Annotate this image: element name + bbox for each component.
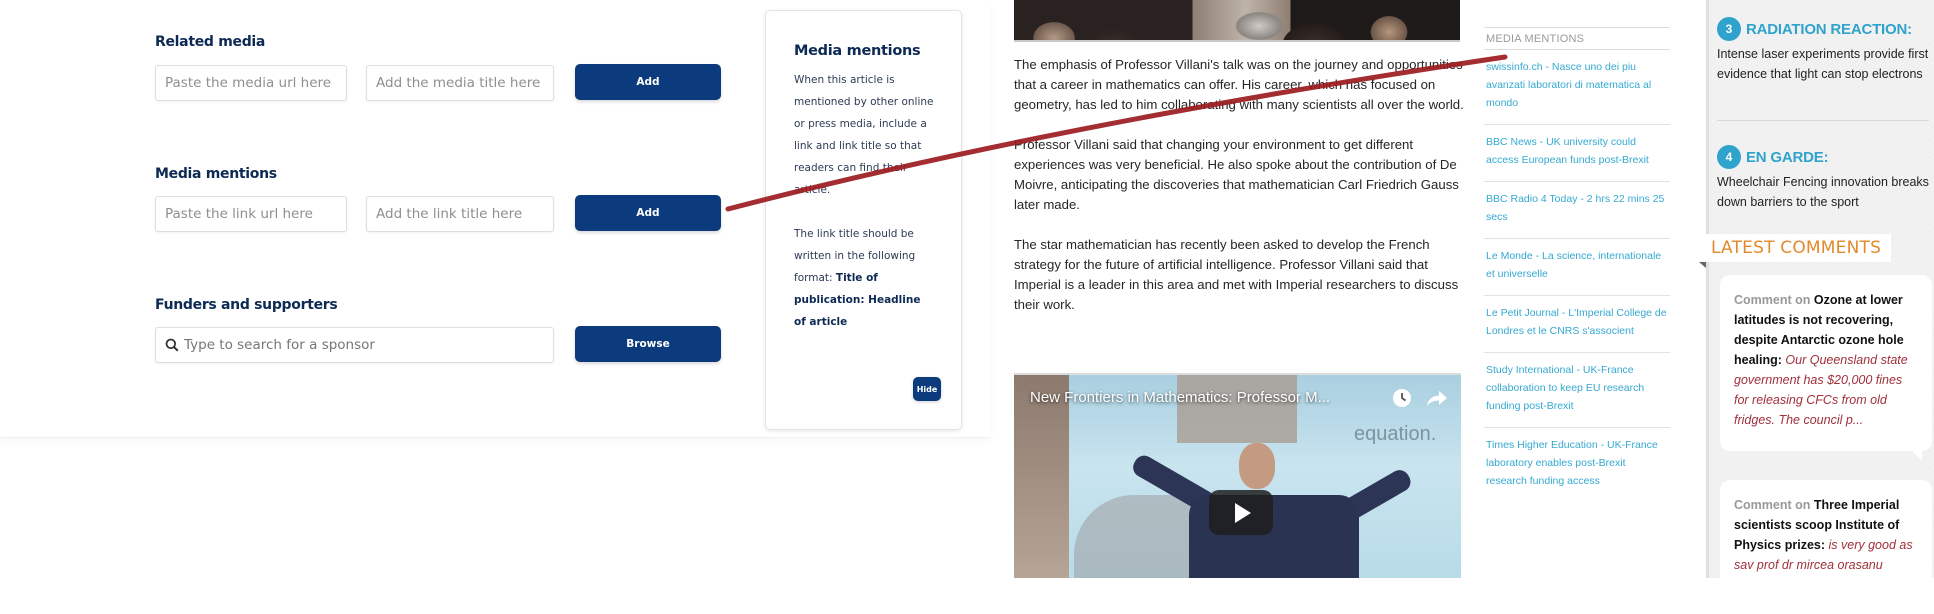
- story-text[interactable]: Wheelchair Fencing innovation breaks dow…: [1717, 172, 1929, 212]
- comment-card[interactable]: Comment on Ozone at lower latitudes is n…: [1720, 275, 1932, 461]
- media-url-input[interactable]: [155, 65, 347, 101]
- sponsor-search-input[interactable]: [184, 337, 544, 353]
- video-scene: [1177, 375, 1297, 443]
- media-mention-link[interactable]: Le Petit Journal - L'Imperial College de…: [1484, 296, 1670, 353]
- media-mentions-section: Media mentions: [155, 166, 277, 182]
- comment-card[interactable]: Comment on Three Imperial scientists sco…: [1720, 480, 1932, 578]
- sponsor-search-field[interactable]: [155, 327, 554, 363]
- article-paragraph: Professor Villani said that changing you…: [1014, 137, 1459, 212]
- article-paragraph: The star mathematician has recently been…: [1014, 237, 1459, 312]
- media-mentions-list: MEDIA MENTIONS swissinfo.ch - Nasce uno …: [1484, 27, 1670, 502]
- story-item[interactable]: 3 RADIATION REACTION: Intense laser expe…: [1717, 17, 1929, 84]
- share-icon[interactable]: [1426, 389, 1448, 407]
- media-mention-link[interactable]: Times Higher Education - UK-France labor…: [1484, 428, 1670, 502]
- story-number-badge: 3: [1717, 17, 1741, 41]
- hide-help-button[interactable]: Hide: [913, 377, 941, 401]
- story-text[interactable]: Intense laser experiments provide first …: [1717, 44, 1929, 84]
- funders-label: Funders and supporters: [155, 297, 338, 313]
- article-pane: The emphasis of Professor Villani's talk…: [1000, 0, 1700, 614]
- browse-sponsors-button[interactable]: Browse: [575, 326, 721, 362]
- media-mention-link[interactable]: BBC News - UK university could access Eu…: [1484, 125, 1670, 182]
- divider: [1717, 120, 1929, 121]
- story-header: 4 EN GARDE:: [1717, 145, 1929, 169]
- media-mentions-heading: MEDIA MENTIONS: [1484, 27, 1670, 50]
- add-mention-button[interactable]: Add: [575, 195, 721, 231]
- search-icon: [165, 338, 179, 352]
- story-header: 3 RADIATION REACTION:: [1717, 17, 1929, 41]
- story-title[interactable]: RADIATION REACTION:: [1746, 21, 1912, 38]
- related-media-section: Related media: [155, 34, 265, 50]
- story-title[interactable]: EN GARDE:: [1746, 149, 1829, 166]
- media-mention-link[interactable]: swissinfo.ch - Nasce uno dei piu avanzat…: [1484, 50, 1670, 125]
- article-hero-image: [1014, 0, 1460, 42]
- bottom-whitespace: [1000, 578, 1934, 614]
- media-mentions-label: Media mentions: [155, 166, 277, 182]
- media-mention-link[interactable]: BBC Radio 4 Today - 2 hrs 22 mins 25 sec…: [1484, 182, 1670, 239]
- help-card-format: The link title should be written in the …: [794, 223, 934, 333]
- article-paragraph: The emphasis of Professor Villani's talk…: [1014, 57, 1464, 112]
- link-title-input[interactable]: [366, 196, 554, 232]
- play-button[interactable]: [1209, 490, 1273, 535]
- media-mention-link[interactable]: Le Monde - La science, internationale et…: [1484, 239, 1670, 296]
- media-mentions-help-card: Media mentions When this article is ment…: [765, 10, 962, 430]
- funders-section: Funders and supporters: [155, 297, 338, 313]
- video-scene: [1239, 443, 1275, 489]
- story-number-badge: 4: [1717, 145, 1741, 169]
- link-url-input[interactable]: [155, 196, 347, 232]
- watch-later-icon[interactable]: [1392, 388, 1412, 408]
- article-body: The emphasis of Professor Villani's talk…: [1014, 55, 1476, 335]
- related-media-label: Related media: [155, 34, 266, 50]
- news-sidebar: 3 RADIATION REACTION: Intense laser expe…: [1699, 0, 1934, 578]
- latest-comments-heading: LATEST COMMENTS: [1699, 234, 1891, 268]
- help-card-title: Media mentions: [794, 43, 921, 59]
- media-mention-link[interactable]: Study International - UK-France collabor…: [1484, 353, 1670, 428]
- video-title[interactable]: New Frontiers in Mathematics: Professor …: [1030, 389, 1330, 406]
- video-slide-text: equation.: [1354, 423, 1437, 445]
- add-media-button[interactable]: Add: [575, 64, 721, 100]
- help-card-intro: When this article is mentioned by other …: [794, 74, 934, 196]
- comment-tail: [1912, 451, 1922, 461]
- story-item[interactable]: 4 EN GARDE: Wheelchair Fencing innovatio…: [1717, 145, 1929, 212]
- cms-form-pane: Related media Add Media mentions Add Fun…: [0, 0, 990, 438]
- media-title-input[interactable]: [366, 65, 554, 101]
- video-embed[interactable]: equation. New Frontiers in Mathematics: …: [1014, 373, 1461, 578]
- comment-prefix: Comment on: [1734, 498, 1811, 512]
- comment-prefix: Comment on: [1734, 293, 1811, 307]
